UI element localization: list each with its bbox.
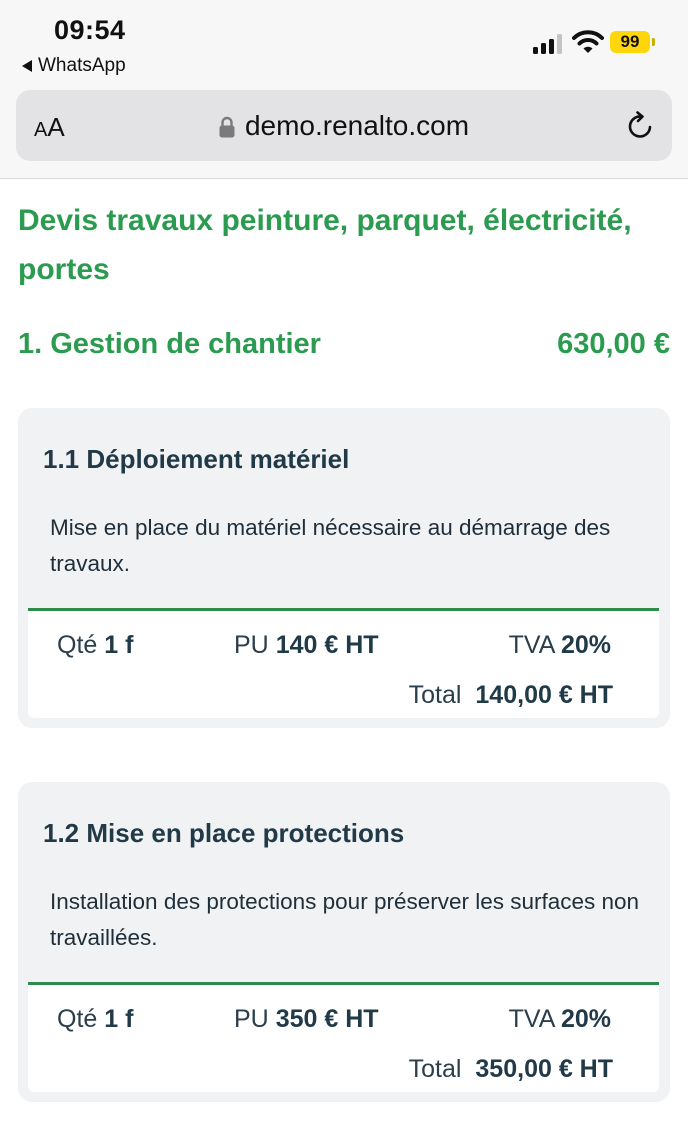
item-unit-price: PU 350 € HT — [234, 1005, 379, 1033]
back-to-app-link[interactable]: WhatsApp — [22, 55, 126, 77]
item-description: Mise en place du matériel nécessaire au … — [50, 515, 611, 576]
item-title: 1.2 Mise en place protections — [43, 818, 405, 848]
back-arrow-icon — [22, 60, 32, 72]
item-total: Total 350,00 € HT — [408, 1055, 613, 1083]
url-text: demo.renalto.com — [244, 110, 470, 141]
section-amount: 630,00 € — [557, 328, 670, 360]
item-pricing: Qté 1 f PU 140 € HT TVA 20% Total 140,00 … — [28, 608, 659, 718]
reload-icon[interactable] — [624, 110, 656, 142]
lock-icon — [219, 116, 235, 138]
item-quantity: Qté 1 f — [57, 1005, 134, 1033]
battery-level: 99 — [610, 31, 650, 53]
item-total: Total 140,00 € HT — [408, 681, 613, 709]
item-vat: TVA 20% — [508, 631, 611, 659]
back-app-label: WhatsApp — [38, 55, 126, 76]
browser-toolbar: AA demo.renalto.com — [0, 88, 688, 179]
cellular-signal-icon — [533, 32, 562, 54]
status-bar: 09:54 WhatsApp 99 — [0, 0, 688, 88]
wifi-icon — [572, 30, 604, 53]
quote-item-card: 1.2 Mise en place protections Installati… — [18, 782, 670, 1102]
item-vat: TVA 20% — [508, 1005, 611, 1033]
section-title: 1. Gestion de chantier — [18, 328, 321, 360]
address-bar[interactable]: AA demo.renalto.com — [16, 90, 672, 161]
page-title: Devis travaux peinture, parquet, électri… — [18, 204, 632, 286]
item-title: 1.1 Déploiement matériel — [43, 444, 350, 474]
status-time: 09:54 — [54, 15, 126, 45]
section-header: 1. Gestion de chantier 630,00 € — [18, 328, 670, 361]
battery-icon: 99 — [610, 31, 655, 53]
item-quantity: Qté 1 f — [57, 631, 134, 659]
item-pricing: Qté 1 f PU 350 € HT TVA 20% Total 350,00 … — [28, 982, 659, 1092]
quote-item-card: 1.1 Déploiement matériel Mise en place d… — [18, 408, 670, 728]
item-unit-price: PU 140 € HT — [234, 631, 379, 659]
item-description: Installation des protections pour préser… — [50, 889, 640, 950]
